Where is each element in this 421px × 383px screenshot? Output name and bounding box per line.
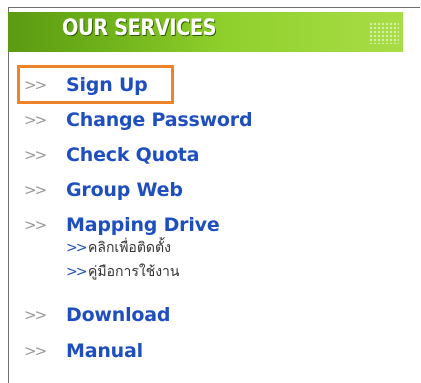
double-arrow-icon: >>	[24, 306, 66, 324]
double-arrow-icon: >>	[24, 146, 66, 164]
menu-item-download[interactable]: >> Download	[24, 301, 170, 329]
menu-item-manual[interactable]: >> Manual	[24, 337, 143, 365]
double-arrow-icon: >>	[24, 111, 66, 129]
services-menu: >> Sign Up >> Change Password >> Check Q…	[0, 0, 421, 382]
menu-item-check-quota[interactable]: >> Check Quota	[24, 141, 199, 169]
submenu-item-user-manual[interactable]: >> คู่มือการใช้งาน	[66, 262, 179, 282]
double-arrow-icon: >>	[66, 264, 88, 280]
menu-item-label[interactable]: Download	[66, 304, 170, 326]
double-arrow-icon: >>	[66, 240, 88, 256]
menu-item-group-web[interactable]: >> Group Web	[24, 176, 183, 204]
double-arrow-icon: >>	[24, 181, 66, 199]
submenu-item-install[interactable]: >> คลิกเพื่อติดตั้ง	[66, 238, 171, 258]
menu-item-mapping-drive[interactable]: >> Mapping Drive	[24, 211, 220, 239]
menu-item-label[interactable]: Manual	[66, 340, 143, 362]
double-arrow-icon: >>	[24, 342, 66, 360]
submenu-item-label[interactable]: คู่มือการใช้งาน	[88, 261, 179, 283]
menu-item-change-password[interactable]: >> Change Password	[24, 106, 252, 134]
menu-item-label[interactable]: Check Quota	[66, 144, 199, 166]
submenu-item-label[interactable]: คลิกเพื่อติดตั้ง	[88, 237, 171, 259]
menu-item-label[interactable]: Change Password	[66, 109, 252, 131]
menu-item-label[interactable]: Mapping Drive	[66, 214, 220, 236]
menu-item-label[interactable]: Group Web	[66, 179, 183, 201]
double-arrow-icon: >>	[24, 216, 66, 234]
sign-up-highlight-box	[17, 65, 174, 104]
